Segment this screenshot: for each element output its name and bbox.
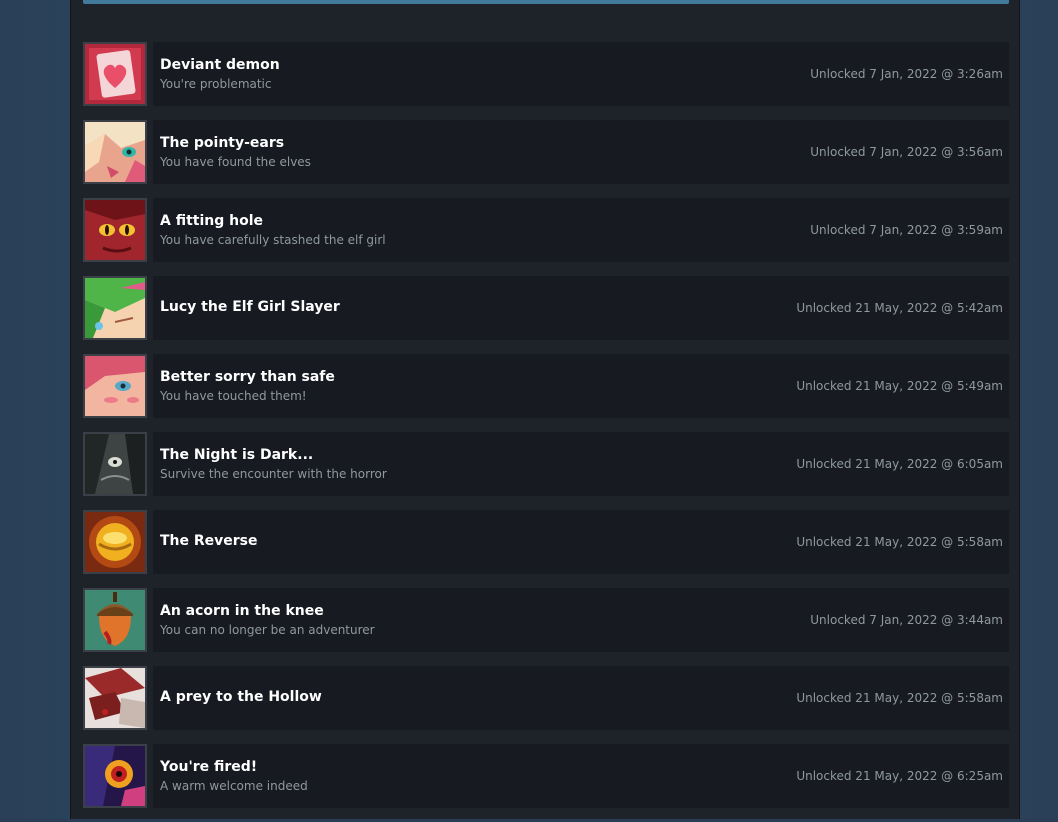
- achievement-body: Lucy the Elf Girl Slayer Unlocked 21 May…: [153, 276, 1009, 340]
- achievement-title: You're fired!: [160, 759, 258, 775]
- achievement-row: The pointy-ears You have found the elves…: [83, 120, 1009, 184]
- achievement-row: Better sorry than safe You have touched …: [83, 354, 1009, 418]
- achievement-row: You're fired! A warm welcome indeed Unlo…: [83, 744, 1009, 808]
- achievement-title: A fitting hole: [160, 213, 264, 229]
- achievement-body: The pointy-ears You have found the elves…: [153, 120, 1009, 184]
- unlock-timestamp: Unlocked 21 May, 2022 @ 5:49am: [796, 379, 1003, 393]
- achievement-title: Lucy the Elf Girl Slayer: [160, 299, 340, 315]
- achievement-row: A prey to the Hollow Unlocked 21 May, 20…: [83, 666, 1009, 730]
- elf-face-icon: [83, 120, 147, 184]
- achievement-description: You have touched them!: [160, 389, 307, 403]
- green-hair-girl-icon: [83, 276, 147, 340]
- achievement-body: The Reverse Unlocked 21 May, 2022 @ 5:58…: [153, 510, 1009, 574]
- achievement-description: You're problematic: [160, 77, 272, 91]
- achievement-row: The Night is Dark... Survive the encount…: [83, 432, 1009, 496]
- achievement-row: Lucy the Elf Girl Slayer Unlocked 21 May…: [83, 276, 1009, 340]
- achievement-description: Survive the encounter with the horror: [160, 467, 387, 481]
- unlock-timestamp: Unlocked 7 Jan, 2022 @ 3:44am: [810, 613, 1003, 627]
- fire-face-icon: [83, 744, 147, 808]
- achievement-title: The pointy-ears: [160, 135, 285, 151]
- achievement-body: Deviant demon You're problematic Unlocke…: [153, 42, 1009, 106]
- achievement-description: You can no longer be an adventurer: [160, 623, 375, 637]
- achievement-row: Deviant demon You're problematic Unlocke…: [83, 42, 1009, 106]
- achievement-list: Deviant demon You're problematic Unlocke…: [83, 42, 1009, 822]
- golden-orb-icon: [83, 510, 147, 574]
- acorn-icon: [83, 588, 147, 652]
- achievement-description: A warm welcome indeed: [160, 779, 308, 793]
- achievement-title: Better sorry than safe: [160, 369, 335, 385]
- achievement-title: The Night is Dark...: [160, 447, 314, 463]
- achievement-body: A fitting hole You have carefully stashe…: [153, 198, 1009, 262]
- achievement-title: A prey to the Hollow: [160, 689, 322, 705]
- blushing-girl-icon: [83, 354, 147, 418]
- heart-card-icon: [83, 42, 147, 106]
- achievement-description: You have found the elves: [160, 155, 311, 169]
- unlock-timestamp: Unlocked 7 Jan, 2022 @ 3:26am: [810, 67, 1003, 81]
- achievement-row: A fitting hole You have carefully stashe…: [83, 198, 1009, 262]
- unlock-timestamp: Unlocked 21 May, 2022 @ 5:58am: [796, 691, 1003, 705]
- achievement-row: The Reverse Unlocked 21 May, 2022 @ 5:58…: [83, 510, 1009, 574]
- achievement-title: An acorn in the knee: [160, 603, 324, 619]
- unlock-timestamp: Unlocked 7 Jan, 2022 @ 3:59am: [810, 223, 1003, 237]
- achievements-panel: Deviant demon You're problematic Unlocke…: [70, 0, 1020, 819]
- unlock-timestamp: Unlocked 21 May, 2022 @ 6:05am: [796, 457, 1003, 471]
- achievement-title: The Reverse: [160, 533, 258, 549]
- achievement-title: Deviant demon: [160, 57, 280, 73]
- achievement-body: Better sorry than safe You have touched …: [153, 354, 1009, 418]
- achievement-body: The Night is Dark... Survive the encount…: [153, 432, 1009, 496]
- achievement-body: A prey to the Hollow Unlocked 21 May, 20…: [153, 666, 1009, 730]
- unlock-timestamp: Unlocked 21 May, 2022 @ 5:42am: [796, 301, 1003, 315]
- achievement-body: You're fired! A warm welcome indeed Unlo…: [153, 744, 1009, 808]
- achievement-description: You have carefully stashed the elf girl: [160, 233, 386, 247]
- progress-bar: [83, 0, 1009, 4]
- unlock-timestamp: Unlocked 21 May, 2022 @ 6:25am: [796, 769, 1003, 783]
- achievement-body: An acorn in the knee You can no longer b…: [153, 588, 1009, 652]
- achievement-row: An acorn in the knee You can no longer b…: [83, 588, 1009, 652]
- unlock-timestamp: Unlocked 21 May, 2022 @ 5:58am: [796, 535, 1003, 549]
- dark-horror-face-icon: [83, 432, 147, 496]
- unlock-timestamp: Unlocked 7 Jan, 2022 @ 3:56am: [810, 145, 1003, 159]
- claw-icon: [83, 666, 147, 730]
- red-demon-face-icon: [83, 198, 147, 262]
